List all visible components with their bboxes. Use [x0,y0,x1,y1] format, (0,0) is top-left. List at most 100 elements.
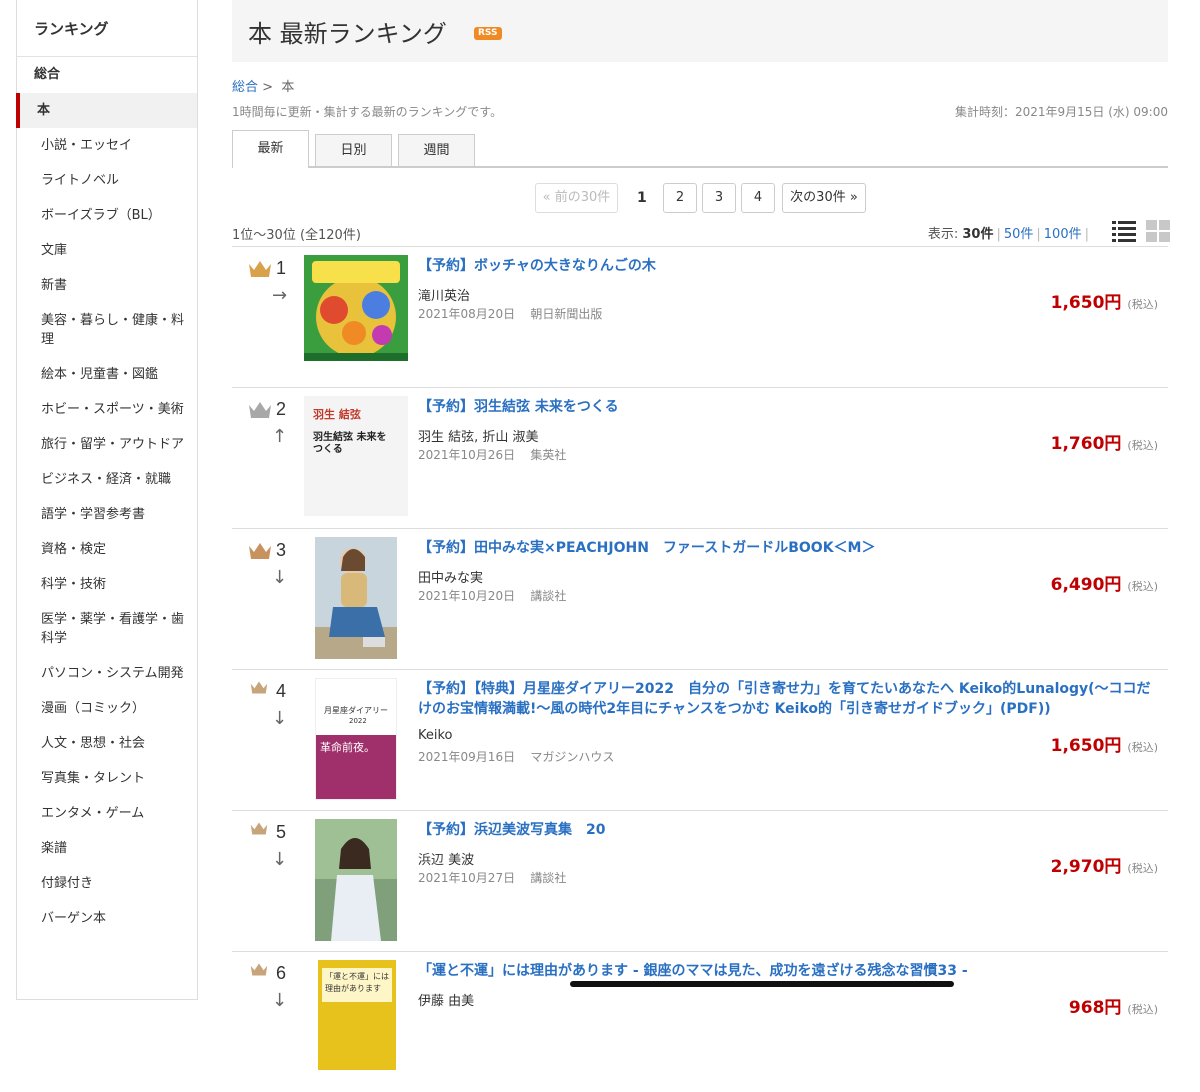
item-author[interactable]: 滝川英治 [418,285,470,304]
cover-text: 「運と不運」には [325,972,389,981]
sidebar-item[interactable]: 新書 [17,268,197,303]
item-price: 1,760円 [1050,434,1122,454]
result-range: 1位〜30位 (全120件) [232,228,361,243]
sidebar-item-all[interactable]: 総合 [17,57,197,93]
sidebar-item[interactable]: バーゲン本 [17,901,197,936]
item-tax-label: (税込) [1127,1003,1158,1016]
display-count-selector: 表示: 30件 | 50件 | 100件 | [928,223,1092,242]
aggregation-time: 集計時刻：2021年9月15日 (水) 09:00 [954,105,1168,119]
sidebar-item[interactable]: 漫画（コミック） [17,691,197,726]
rss-badge[interactable]: RSS [474,27,502,40]
sidebar-item-books-current[interactable]: 本 [16,93,197,128]
sidebar-item[interactable]: 写真集・タレント [17,761,197,796]
item-date: 2021年10月27日 [418,871,516,885]
sidebar-item[interactable]: 絵本・児童書・図鑑 [17,357,197,392]
item-title-link[interactable]: 【予約】田中みな実×PEACHJOHN ファーストガードルBOOK＜M＞ [418,538,1158,558]
sidebar-item[interactable]: 科学・技術 [17,567,197,602]
display-current: 30件 [962,227,994,242]
sidebar-item[interactable]: 美容・暮らし・健康・料理 [17,303,197,357]
sidebar-item[interactable]: ボーイズラブ（BL） [17,198,197,233]
sidebar-item[interactable]: パソコン・システム開発 [17,656,197,691]
book-cover-image[interactable]: 月星座ダイアリー 2022 革命前夜。 [315,678,397,800]
item-author[interactable]: 田中みな実 [418,567,483,586]
next-page-button[interactable]: 次の30件 » [782,183,866,213]
sidebar-category-list: 小説・エッセイ ライトノベル ボーイズラブ（BL） 文庫 新書 美容・暮らし・健… [17,128,197,936]
cover-panel: 革命前夜。 [316,735,396,799]
item-meta: 2021年08月20日 朝日新聞出版 [418,305,602,322]
item-title-link[interactable]: 【予約】羽生結弦 未来をつくる [418,397,1158,417]
tab-latest[interactable]: 最新 [232,130,309,168]
sidebar-item[interactable]: 旅行・留学・アウトドア [17,427,197,462]
ranking-description: 1時間毎に更新・集計する最新のランキングです。 [232,105,503,119]
rank-number: 3 [276,540,287,560]
sidebar-item[interactable]: 語学・学習参考書 [17,497,197,532]
rank-change-arrow-icon: ↓ [272,849,288,870]
page-header: 本 最新ランキング RSS [232,0,1168,62]
sidebar-item[interactable]: 小説・エッセイ [17,128,197,163]
book-cover-image[interactable]: 羽生 結弦 羽生結弦 未来を つくる [304,396,408,516]
sidebar-item[interactable]: 文庫 [17,233,197,268]
sidebar-item[interactable]: ライトノベル [17,163,197,198]
ranking-item: 1 → 【予約】ボッチャの大きなりんごの木 滝川英治 2021年08月20日 朝… [232,246,1168,387]
cover-text: 理由があります [325,984,381,993]
sidebar-item[interactable]: エンタメ・ゲーム [17,796,197,831]
rank-change-arrow-icon: → [272,285,288,306]
book-cover-image[interactable] [304,255,408,361]
list-view-icon[interactable] [1112,220,1136,242]
sidebar-item[interactable]: 人文・思想・社会 [17,726,197,761]
display-50-link[interactable]: 50件 [1004,227,1034,242]
book-cover-image[interactable] [315,819,397,941]
cover-label-box: 「運と不運」には 理由があります [322,968,392,1002]
page-3-button[interactable]: 3 [702,183,736,213]
item-author[interactable]: 伊藤 由美 [418,990,474,1009]
item-tax-label: (税込) [1127,741,1158,754]
tab-weekly[interactable]: 週間 [398,134,475,166]
grid-view-icon[interactable] [1146,220,1170,242]
item-meta: 2021年10月26日 集英社 [418,446,566,463]
display-100-link[interactable]: 100件 [1044,227,1082,242]
prev-page-button[interactable]: « 前の30件 [535,183,618,213]
item-author[interactable]: Keiko [418,728,453,743]
ranking-list: 1 → 【予約】ボッチャの大きなりんごの木 滝川英治 2021年08月20日 朝… [232,246,1168,1092]
item-title-link[interactable]: 「運と不運」には理由があります - 銀座のママは見た、成功を遠ざける残念な習慣3… [418,961,1158,981]
cover-text: つくる [313,444,343,455]
sidebar-item[interactable]: ビジネス・経済・就職 [17,462,197,497]
sidebar-item[interactable]: 付録付き [17,866,197,901]
crown-bronze-icon [248,541,272,565]
ranking-item: 3 ↓ 【予約】田中みな実×PEACHJOHN ファーストガードルBOOK＜M＞… [232,528,1168,669]
book-cover-image[interactable]: 「運と不運」には 理由があります [318,960,396,1070]
sidebar-item[interactable]: 医学・薬学・看護学・歯科学 [17,602,197,656]
item-title-link[interactable]: 【予約】【特典】月星座ダイアリー2022 自分の「引き寄せ力」を育てたいあなたへ… [418,679,1158,719]
item-meta: 2021年09月16日 マガジンハウス [418,748,614,765]
crown-gold-icon [248,259,272,283]
display-separator: | [1036,227,1041,242]
item-publisher: 講談社 [530,871,567,885]
breadcrumb-root-link[interactable]: 総合 [232,80,258,95]
item-title-link[interactable]: 【予約】ボッチャの大きなりんごの木 [418,256,1158,276]
item-publisher: 講談社 [530,589,567,603]
page-4-button[interactable]: 4 [741,183,775,213]
rank-number: 4 [276,681,287,701]
breadcrumb-current: 本 [281,80,295,95]
rank-change-arrow-icon: ↓ [272,990,288,1011]
item-author[interactable]: 羽生 結弦, 折山 淑美 [418,426,539,445]
item-title-link[interactable]: 【予約】浜辺美波写真集 20 [418,820,1158,840]
sidebar-item[interactable]: 資格・検定 [17,532,197,567]
item-tax-label: (税込) [1127,298,1158,311]
sidebar-item[interactable]: 楽譜 [17,831,197,866]
item-price: 1,650円 [1050,293,1122,313]
item-author[interactable]: 浜辺 美波 [418,849,474,868]
rank-change-arrow-icon: ↓ [272,708,288,729]
page-2-button[interactable]: 2 [663,183,697,213]
book-cover-image[interactable] [315,537,397,659]
page-title: 本 最新ランキング [248,20,447,48]
item-tax-label: (税込) [1127,580,1158,593]
rank-change-arrow-icon: ↑ [272,426,288,447]
sidebar-item[interactable]: ホビー・スポーツ・美術 [17,392,197,427]
cover-text: 月星座ダイアリー [324,706,388,715]
cover-text: 羽生 結弦 [313,408,361,421]
rank-number: 1 [276,258,287,278]
item-date: 2021年08月20日 [418,307,516,321]
tab-daily[interactable]: 日別 [315,134,392,166]
item-price-block: 6,490円 (税込) [1051,570,1158,595]
